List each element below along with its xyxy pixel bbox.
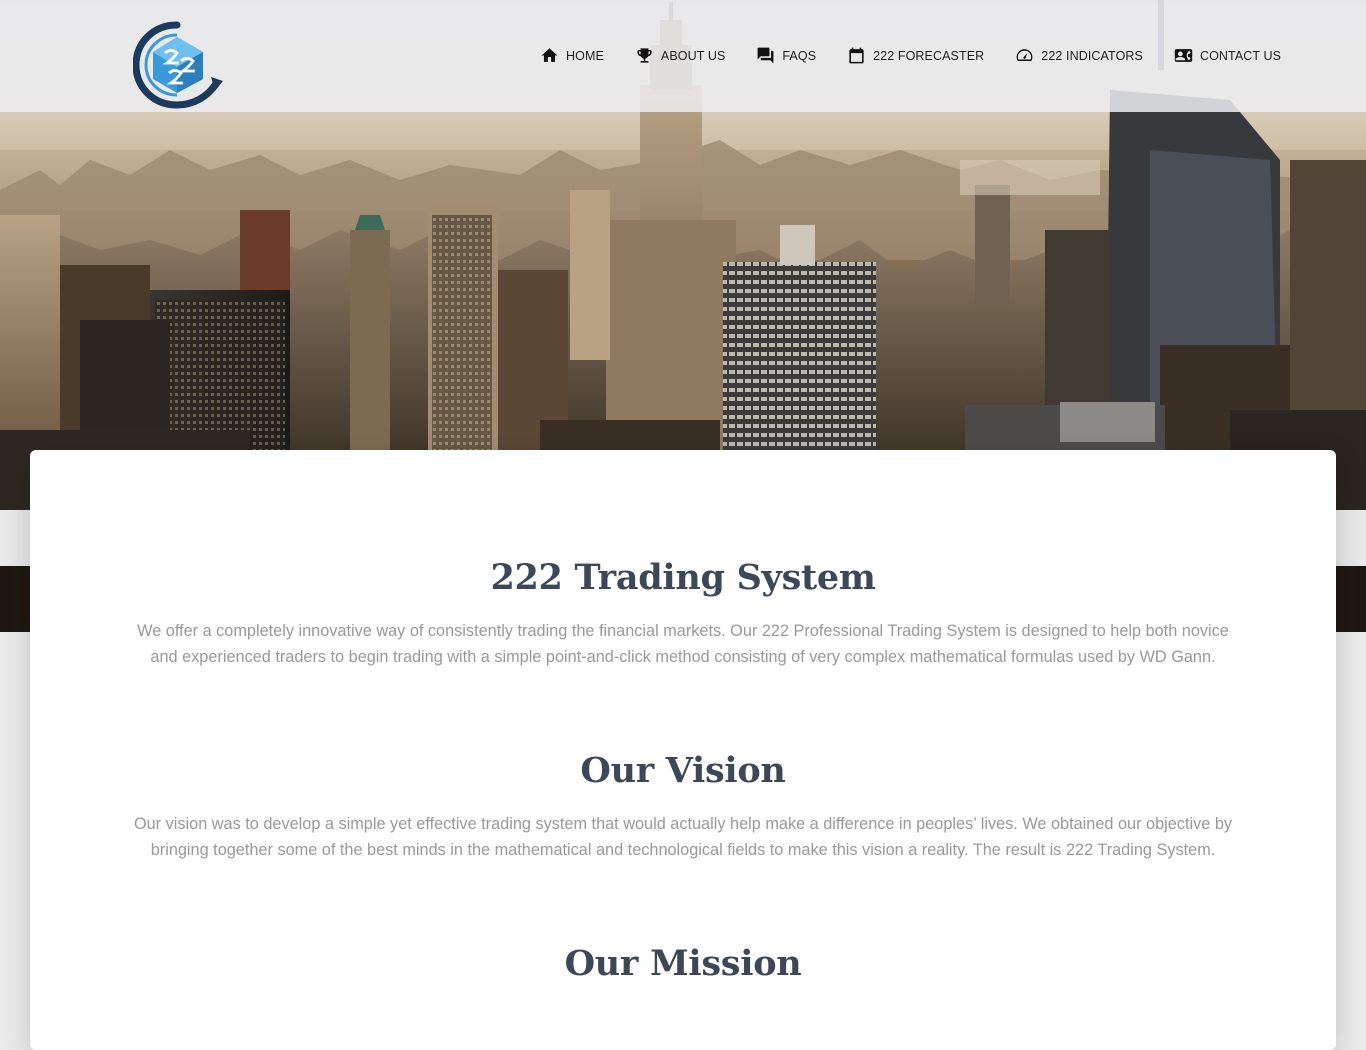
site-logo[interactable] [132, 21, 223, 109]
section-trading-system: 222 Trading System We offer a completely… [130, 557, 1236, 670]
nav-item-label: HOME [566, 48, 604, 63]
section-our-mission: Our Mission [130, 943, 1236, 1004]
section-title: Our Vision [580, 750, 786, 791]
home-icon [540, 46, 559, 65]
section-body: We offer a completely innovative way of … [137, 622, 1229, 666]
main-navigation: HOME ABOUT US FAQS 222 FORECASTER 222 IN… [540, 46, 1281, 65]
nav-item-222-forecaster[interactable]: 222 FORECASTER [847, 46, 984, 65]
section-body: Our vision was to develop a simple yet e… [133, 815, 1233, 859]
nav-item-label: CONTACT US [1199, 48, 1282, 63]
calendar-icon [847, 46, 866, 65]
nav-item-222-indicators[interactable]: 222 INDICATORS [1015, 46, 1143, 65]
nav-item-contact-us[interactable]: CONTACT US [1174, 46, 1281, 65]
trophy-icon [635, 46, 654, 65]
section-title: 222 Trading System [490, 557, 876, 598]
contact-card-icon [1174, 46, 1193, 65]
nav-item-label: FAQS [782, 48, 817, 63]
logo-222-icon [132, 21, 223, 109]
site-header: HOME ABOUT US FAQS 222 FORECASTER 222 IN… [0, 0, 1366, 112]
nav-item-faqs[interactable]: FAQS [756, 46, 816, 65]
nav-item-label: ABOUT US [660, 48, 726, 63]
main-content-card: 222 Trading System We offer a completely… [30, 450, 1336, 1050]
nav-item-label: 222 INDICATORS [1041, 48, 1143, 63]
section-our-vision: Our Vision Our vision was to develop a s… [130, 750, 1236, 863]
nav-item-about-us[interactable]: ABOUT US [635, 46, 725, 65]
nav-item-label: 222 FORECASTER [873, 48, 985, 63]
forum-icon [756, 46, 775, 65]
nav-item-home[interactable]: HOME [540, 46, 604, 65]
section-title: Our Mission [564, 943, 802, 984]
speedometer-icon [1015, 46, 1034, 65]
